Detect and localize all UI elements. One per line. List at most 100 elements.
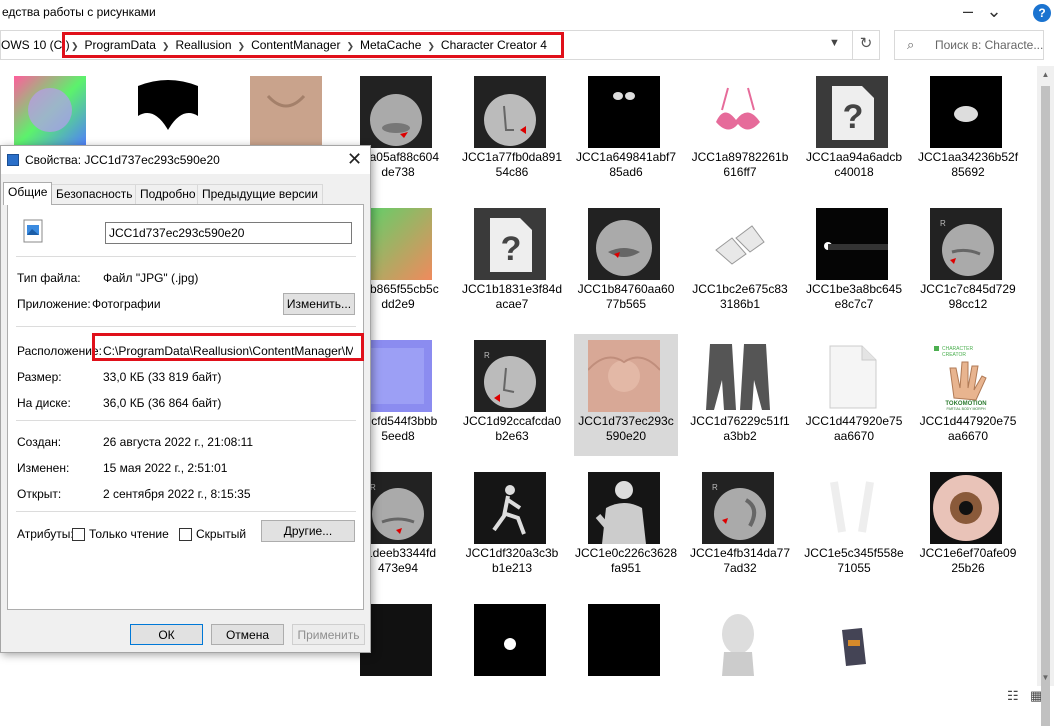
refresh-button[interactable]: ↻: [852, 30, 880, 60]
thumbnail-head-bust: [702, 604, 774, 676]
chevron-down-icon[interactable]: ▼: [829, 37, 840, 49]
created-value: 26 августа 2022 г., 21:08:11: [103, 435, 254, 449]
breadcrumb-contentmanager[interactable]: ContentManager: [251, 38, 340, 52]
file-tile[interactable]: R JCC1d92ccafcda0 b2e63: [460, 334, 564, 456]
chevron-right-icon[interactable]: ❯: [71, 41, 79, 51]
file-tile[interactable]: JCC1e6ef70afe09 25b26: [916, 466, 1020, 588]
file-name: JCC1e0c226c3628 fa951: [574, 546, 678, 575]
thumbnail-mouth-r: R: [930, 208, 1002, 280]
thumbnail-head-texture: [588, 340, 660, 412]
tab-security[interactable]: Безопасность: [51, 184, 138, 204]
file-tile[interactable]: JCC1b84760aa60 77b565: [574, 202, 678, 324]
app-label: Приложение:: [17, 297, 91, 311]
chevron-right-icon[interactable]: ❯: [346, 41, 354, 51]
scroll-down-icon[interactable]: ▼: [1037, 669, 1054, 686]
thumbnail-light: [816, 208, 888, 280]
divider: [16, 326, 356, 327]
file-name: JCC1d92ccafcda0 b2e63: [462, 414, 562, 443]
breadcrumb-character-creator[interactable]: Character Creator 4: [441, 38, 547, 52]
ok-button[interactable]: ОК: [130, 624, 203, 645]
file-tile[interactable]: R JCC1e4fb314da77 7ad32: [688, 466, 792, 588]
readonly-label[interactable]: Только чтение: [89, 527, 169, 541]
thumbnail-blank-file: [816, 340, 888, 412]
file-tile[interactable]: ? JCC1b1831e3f84d acae7: [460, 202, 564, 324]
file-name: JCC1a89782261b 616ff7: [691, 150, 789, 179]
file-name: JCC1d76229c51f1 a3bb2: [690, 414, 790, 443]
file-tile[interactable]: JCC1d447920e75 aa6670: [802, 334, 906, 456]
file-tile[interactable]: JCC1a89782261b 616ff7: [688, 70, 792, 192]
file-tile[interactable]: JCC1aa34236b52f 85692: [916, 70, 1020, 192]
file-tile-selected[interactable]: JCC1d737ec293c 590e20: [574, 334, 678, 456]
vertical-scrollbar[interactable]: ▲ ▼: [1037, 66, 1054, 726]
apply-button[interactable]: Применить: [292, 624, 365, 645]
opened-label: Открыт:: [17, 487, 62, 501]
change-button[interactable]: Изменить...: [283, 293, 355, 315]
address-bar[interactable]: OWS 10 (C:) ❯ ProgramData ❯ Reallusion ❯ Cont…: [0, 30, 880, 60]
file-tile[interactable]: R JCC1c7c845d729 98cc12: [916, 202, 1020, 324]
chevron-right-icon[interactable]: ❯: [162, 41, 170, 51]
file-name: JCC1d737ec293c 590e20: [578, 414, 674, 443]
help-icon[interactable]: ?: [1033, 4, 1051, 22]
breadcrumb-reallusion[interactable]: Reallusion: [175, 38, 231, 52]
divider: [16, 256, 356, 257]
file-tile[interactable]: JCC1a649841abf7 85ad6: [574, 70, 678, 192]
scrollbar-thumb[interactable]: [1041, 86, 1050, 726]
thumbnail-skin: [250, 76, 322, 148]
image-file-icon: [7, 154, 19, 166]
chevron-right-icon[interactable]: ❯: [238, 41, 246, 51]
modified-value: 15 мая 2022 г., 2:51:01: [103, 461, 228, 475]
search-input[interactable]: ⌕ Поиск в: Characte...: [894, 30, 1044, 60]
thumbnail-muscle-figure: [588, 472, 660, 544]
drive-label: OWS 10 (C:): [1, 38, 70, 52]
file-tile[interactable]: JCC1df320a3c3b b1e213: [460, 466, 564, 588]
tab-details[interactable]: Подробно: [135, 184, 201, 204]
chevron-right-icon[interactable]: ❯: [427, 41, 435, 51]
breadcrumb-metacache[interactable]: MetaCache: [360, 38, 421, 52]
expand-ribbon-icon[interactable]: ⌄: [982, 1, 1006, 23]
thumbnail-ear-r: R: [702, 472, 774, 544]
file-tile[interactable]: JCC1bc2e675c83 3186b1: [688, 202, 792, 324]
hidden-label[interactable]: Скрытый: [196, 527, 246, 541]
close-icon[interactable]: ✕: [347, 149, 362, 170]
hidden-checkbox[interactable]: [179, 528, 192, 541]
file-tile[interactable]: CHARACTER CREATOR TOKOMOTION PARTIAL BODY M…: [916, 334, 1020, 456]
file-name: JCC1d447920e75 aa6670: [805, 414, 903, 443]
thumbnail-eyeball: [930, 472, 1002, 544]
details-view-icon[interactable]: ☷: [1007, 688, 1019, 704]
file-name: JCC1e6ef70afe09 25b26: [919, 546, 1017, 575]
file-name: JCC1be3a8bc645 e8c7c7: [805, 282, 903, 311]
tab-previous-versions[interactable]: Предыдущие версии: [197, 184, 323, 204]
thumbnail-sneakers: [702, 208, 774, 280]
general-panel: JCC1d737ec293c590e20 Тип файла: Файл "JP…: [7, 204, 364, 610]
svg-text:R: R: [484, 351, 490, 360]
svg-text:?: ?: [501, 230, 522, 268]
thumbnail-tokomotion-logo: CHARACTERCREATORTOKOMOTIONPARTIAL BODY M…: [930, 340, 1002, 412]
file-type-label: Тип файла:: [17, 271, 81, 285]
photo-file-icon: [23, 219, 43, 243]
file-tile[interactable]: JCC1e5c345f558e 71055: [802, 466, 906, 588]
minimize-icon[interactable]: –: [956, 1, 980, 23]
created-label: Создан:: [17, 435, 62, 449]
filename-field[interactable]: JCC1d737ec293c590e20: [105, 222, 352, 244]
window-title-bar: едства работы с рисунками – ⌄ ?: [0, 0, 1054, 26]
file-tile[interactable]: JCC1d76229c51f1 a3bb2: [688, 334, 792, 456]
breadcrumb[interactable]: ❯ ProgramData ❯ Reallusion ❯ ContentManager ❯ M…: [62, 32, 564, 58]
svg-text:R: R: [712, 483, 718, 492]
tab-general[interactable]: Общие: [3, 182, 53, 205]
file-tile[interactable]: JCC1a77fb0da891 54c86: [460, 70, 564, 192]
file-name: JCC1d447920e75 aa6670: [919, 414, 1017, 443]
file-tile[interactable]: JCC1be3a8bc645 e8c7c7: [802, 202, 906, 324]
cancel-button[interactable]: Отмена: [211, 624, 284, 645]
scroll-up-icon[interactable]: ▲: [1037, 66, 1054, 83]
file-tile[interactable]: ? JCC1aa94a6adcb c40018: [802, 70, 906, 192]
other-attributes-button[interactable]: Другие...: [261, 520, 355, 542]
thumbnail-nostrils: [588, 76, 660, 148]
readonly-checkbox[interactable]: [72, 528, 85, 541]
search-placeholder: Поиск в: Characte...: [935, 38, 1044, 52]
breadcrumb-programdata[interactable]: ProgramData: [85, 38, 156, 52]
file-name: JCC1aa94a6adcb c40018: [805, 150, 903, 179]
file-tile[interactable]: JCC1e0c226c3628 fa951: [574, 466, 678, 588]
thumbnail-nose-r: R: [474, 340, 546, 412]
thumbnail-hands: [702, 340, 774, 412]
file-name: JCC1bc2e675c83 3186b1: [692, 282, 788, 311]
